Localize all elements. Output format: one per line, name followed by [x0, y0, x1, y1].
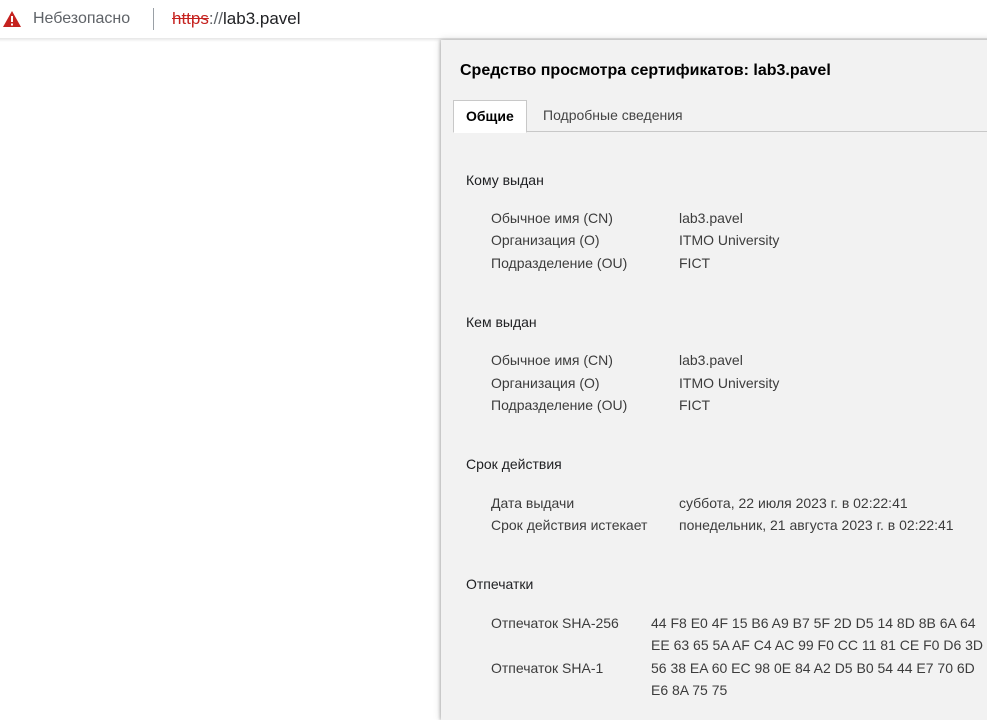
sha1-value-line-1: 56 38 EA 60 EC 98 0E 84 A2 D5 B0 54 44 E…	[651, 660, 975, 676]
tab-bar-divider	[453, 131, 987, 132]
sha256-value-line-2: EE 63 65 5A AF C4 AC 99 F0 CC 11 81 CE F…	[651, 637, 984, 653]
issued-to-cn-label: Обычное имя (CN)	[491, 210, 613, 226]
sha1-value-line-2: E6 8A 75 75	[651, 682, 728, 698]
issued-by-heading: Кем выдан	[466, 314, 537, 330]
url-text[interactable]: https://lab3.pavel	[172, 9, 301, 29]
issued-to-org-label: Организация (O)	[491, 232, 600, 248]
issued-by-org-value: ITMO University	[679, 375, 780, 391]
issued-by-cn-label: Обычное имя (CN)	[491, 352, 613, 368]
url-host: lab3.pavel	[223, 9, 301, 28]
issue-date-label: Дата выдачи	[491, 495, 575, 511]
validity-heading: Срок действия	[466, 456, 562, 472]
issued-by-ou-value: FICT	[679, 397, 711, 413]
issued-to-cn-value: lab3.pavel	[679, 210, 743, 226]
fingerprints-heading: Отпечатки	[466, 576, 534, 592]
issued-to-heading: Кому выдан	[466, 172, 544, 188]
tab-bar: Общие Подробные сведения	[441, 99, 987, 133]
expiry-date-value: понедельник, 21 августа 2023 г. в 02:22:…	[679, 517, 954, 533]
certificate-viewer-dialog: Средство просмотра сертификатов: lab3.pa…	[441, 40, 987, 720]
issued-by-cn-value: lab3.pavel	[679, 352, 743, 368]
issue-date-value: суббота, 22 июля 2023 г. в 02:22:41	[679, 495, 908, 511]
issued-to-org-value: ITMO University	[679, 232, 780, 248]
issued-by-ou-label: Подразделение (OU)	[491, 397, 628, 413]
address-bar[interactable]: Небезопасно https://lab3.pavel	[0, 0, 987, 38]
warning-triangle-icon[interactable]	[2, 10, 22, 28]
sha256-value-line-1: 44 F8 E0 4F 15 B6 A9 B7 5F 2D D5 14 8D 8…	[651, 615, 976, 631]
issued-by-org-label: Организация (O)	[491, 375, 600, 391]
sha256-label: Отпечаток SHA-256	[491, 615, 619, 631]
not-secure-label[interactable]: Небезопасно	[33, 10, 130, 28]
url-scheme: https	[172, 9, 209, 28]
issued-to-ou-value: FICT	[679, 255, 711, 271]
tab-general[interactable]: Общие	[453, 100, 527, 133]
tab-details[interactable]: Подробные сведения	[531, 100, 695, 131]
sha1-label: Отпечаток SHA-1	[491, 660, 604, 676]
issued-to-ou-label: Подразделение (OU)	[491, 255, 628, 271]
dialog-title: Средство просмотра сертификатов: lab3.pa…	[460, 62, 831, 79]
url-slashes: ://	[208, 9, 224, 28]
expiry-date-label: Срок действия истекает	[491, 517, 648, 533]
address-separator	[153, 8, 154, 30]
